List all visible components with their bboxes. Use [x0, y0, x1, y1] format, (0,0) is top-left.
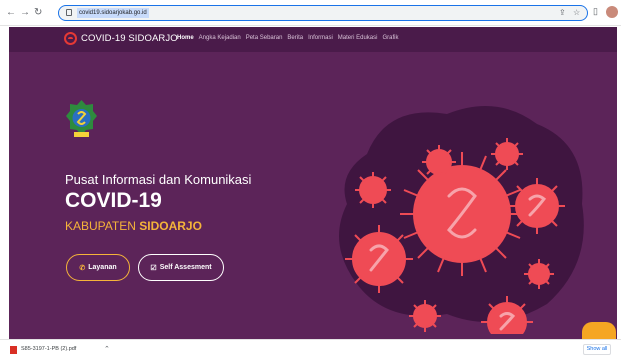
region-prefix: KABUPATEN	[65, 219, 136, 233]
layanan-button[interactable]: ✆ Layanan	[66, 254, 130, 281]
sidebar-icon[interactable]: ▯	[593, 6, 598, 17]
chevron-up-icon: ︿	[594, 333, 604, 340]
menu-item-grafik[interactable]: Grafik	[382, 35, 398, 41]
download-filename[interactable]: S85-3197-1-PB (2).pdf	[21, 346, 76, 352]
hero-subtitle: Pusat Informasi dan Komunikasi	[65, 172, 252, 187]
back-icon[interactable]: ←	[6, 7, 16, 19]
reload-icon[interactable]: ↻	[34, 7, 42, 19]
site-navbar: COVID-19 SIDOARJO Home Angka Kejadian Pe…	[9, 27, 617, 52]
menu-item-peta-sebaran[interactable]: Peta Sebaran	[246, 35, 283, 41]
pdf-file-icon	[10, 346, 17, 354]
star-icon[interactable]: ☆	[573, 8, 580, 17]
url-text[interactable]: covid19.sidoarjokab.go.id	[77, 8, 149, 18]
website: COVID-19 SIDOARJO Home Angka Kejadian Pe…	[9, 27, 617, 339]
downloads-bar: S85-3197-1-PB (2).pdf ⌃ Show all	[0, 339, 621, 358]
site-menu: Home Angka Kejadian Peta Sebaran Berita …	[177, 35, 399, 41]
self-assesment-button[interactable]: ☑ Self Assesment	[138, 254, 224, 281]
menu-item-angka-kejadian[interactable]: Angka Kejadian	[199, 35, 241, 41]
menu-item-berita[interactable]: Berita	[287, 35, 303, 41]
profile-avatar[interactable]	[606, 6, 618, 18]
hero-section: Pusat Informasi dan Komunikasi COVID-19 …	[9, 52, 617, 339]
browser-toolbar: ← → ↻ covid19.sidoarjokab.go.id ⇪ ☆ ▯	[0, 0, 621, 26]
hero-title: COVID-19	[65, 189, 162, 212]
site-brand[interactable]: COVID-19 SIDOARJO	[81, 33, 178, 44]
lock-icon[interactable]	[66, 9, 72, 16]
hero-region: KABUPATEN SIDOARJO	[65, 219, 202, 233]
share-icon[interactable]: ⇪	[559, 8, 566, 17]
region-name: SIDOARJO	[139, 219, 202, 233]
address-bar[interactable]: covid19.sidoarjokab.go.id ⇪ ☆	[58, 5, 588, 21]
covid-logo-icon[interactable]	[64, 32, 77, 45]
virus-illustration	[339, 106, 584, 334]
phone-icon: ✆	[79, 264, 86, 272]
menu-item-materi-edukasi[interactable]: Materi Edukasi	[338, 35, 378, 41]
layanan-label: Layanan	[88, 264, 117, 271]
forward-icon[interactable]: →	[20, 7, 30, 19]
show-all-button[interactable]: Show all	[583, 344, 611, 355]
self-assesment-label: Self Assesment	[159, 264, 212, 271]
chevron-up-icon[interactable]: ⌃	[104, 345, 110, 353]
sidoarjo-emblem-icon	[66, 100, 97, 137]
menu-item-informasi[interactable]: Informasi	[308, 35, 333, 41]
menu-item-home[interactable]: Home	[177, 35, 194, 41]
checkbox-icon: ☑	[150, 264, 157, 272]
scroll-top-button[interactable]: ︿	[582, 322, 616, 339]
